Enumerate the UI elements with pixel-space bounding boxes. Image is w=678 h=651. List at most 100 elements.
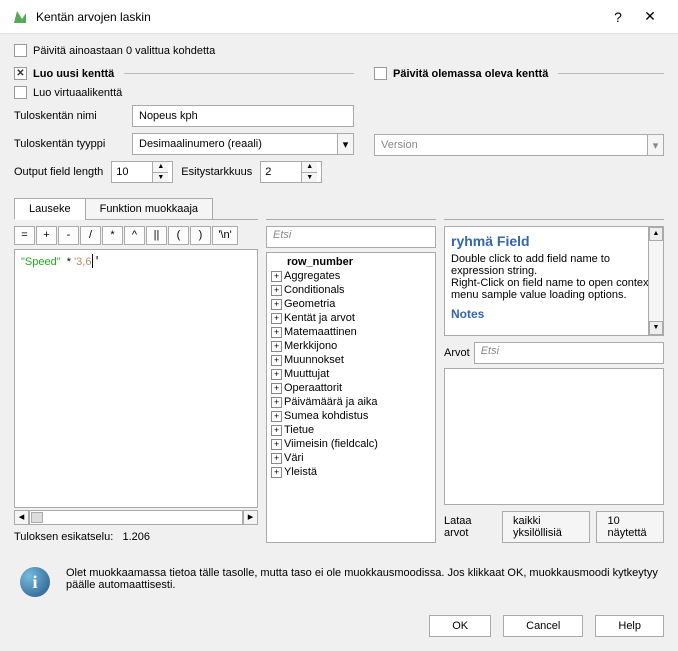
scroll-up-icon[interactable]: ▲ xyxy=(649,227,663,241)
tree-group-label: Conditionals xyxy=(284,283,345,297)
hscroll-track[interactable] xyxy=(29,510,243,525)
create-field-checkbox[interactable] xyxy=(14,67,27,80)
tree-row-number[interactable]: row_number xyxy=(269,255,433,269)
update-selected-checkbox[interactable] xyxy=(14,44,27,57)
output-type-value: Desimaalinumero (reaali) xyxy=(139,138,262,150)
precision-spin[interactable]: ▲▼ xyxy=(260,161,322,183)
tree-group[interactable]: +Aggregates xyxy=(269,269,433,283)
ok-button[interactable]: OK xyxy=(429,615,491,637)
values-list[interactable] xyxy=(444,368,664,505)
scroll-left-icon[interactable]: ◂ xyxy=(14,510,29,525)
help-titlebar-button[interactable]: ? xyxy=(602,9,634,25)
spin-down-icon[interactable]: ▼ xyxy=(153,173,168,183)
expand-icon[interactable]: + xyxy=(271,411,282,422)
expand-icon[interactable]: + xyxy=(271,397,282,408)
output-type-combo[interactable]: Desimaalinumero (reaali) ▾ xyxy=(132,133,354,155)
function-tree[interactable]: row_number+Aggregates+Conditionals+Geome… xyxy=(266,252,436,543)
tree-group[interactable]: +Yleistä xyxy=(269,465,433,479)
tree-group-label: Aggregates xyxy=(284,269,340,283)
create-virtual-checkbox[interactable] xyxy=(14,86,27,99)
tree-group-label: Kentät ja arvot xyxy=(284,311,355,325)
operator-button[interactable]: || xyxy=(146,226,167,245)
operator-button[interactable]: ( xyxy=(168,226,189,245)
operator-button[interactable]: / xyxy=(80,226,101,245)
update-selected-label: Päivitä ainoastaan 0 valittua kohdetta xyxy=(33,45,215,57)
tree-group-label: Operaattorit xyxy=(284,381,342,395)
tree-group[interactable]: +Viimeisin (fieldcalc) xyxy=(269,437,433,451)
output-name-input[interactable] xyxy=(132,105,354,127)
operator-button[interactable]: + xyxy=(36,226,57,245)
tree-group[interactable]: +Matemaattinen xyxy=(269,325,433,339)
operator-button[interactable]: - xyxy=(58,226,79,245)
info-text: Olet muokkaamassa tietoa tälle tasolle, … xyxy=(66,567,658,591)
tree-group[interactable]: +Väri xyxy=(269,451,433,465)
arvot-label: Arvot xyxy=(444,347,470,359)
ten-samples-button[interactable]: 10 näytettä xyxy=(596,511,664,543)
tree-group-label: Tietue xyxy=(284,423,314,437)
update-field-group-label: Päivitä olemassa oleva kenttä xyxy=(393,68,548,80)
tree-group[interactable]: +Tietue xyxy=(269,423,433,437)
tree-group[interactable]: +Conditionals xyxy=(269,283,433,297)
expand-icon[interactable]: + xyxy=(271,341,282,352)
expression-textarea[interactable]: "Speed" * '3,6' xyxy=(14,249,258,508)
tree-group[interactable]: +Merkkijono xyxy=(269,339,433,353)
expand-icon[interactable]: + xyxy=(271,327,282,338)
tree-group[interactable]: +Geometria xyxy=(269,297,433,311)
spin-down-icon[interactable]: ▼ xyxy=(302,173,317,183)
operator-button[interactable]: = xyxy=(14,226,35,245)
expand-icon[interactable]: + xyxy=(271,285,282,296)
chevron-down-icon: ▾ xyxy=(647,135,663,155)
titlebar: Kentän arvojen laskin ? ✕ xyxy=(0,0,678,34)
tree-group[interactable]: +Muunnokset xyxy=(269,353,433,367)
scroll-right-icon[interactable]: ▸ xyxy=(243,510,258,525)
close-button[interactable]: ✕ xyxy=(634,8,666,25)
operator-button[interactable]: * xyxy=(102,226,123,245)
scroll-down-icon[interactable]: ▼ xyxy=(649,321,663,335)
spin-up-icon[interactable]: ▲ xyxy=(302,162,317,173)
tree-group[interactable]: +Operaattorit xyxy=(269,381,433,395)
expand-icon[interactable]: + xyxy=(271,453,282,464)
expand-icon[interactable]: + xyxy=(271,383,282,394)
output-length-spin[interactable]: ▲▼ xyxy=(111,161,173,183)
expand-icon[interactable]: + xyxy=(271,425,282,436)
operator-button[interactable]: ) xyxy=(190,226,211,245)
tree-group-label: Päivämäärä ja aika xyxy=(284,395,378,409)
expand-icon[interactable]: + xyxy=(271,313,282,324)
expand-icon[interactable]: + xyxy=(271,439,282,450)
chevron-down-icon: ▾ xyxy=(337,134,353,154)
all-unique-button[interactable]: kaikki yksilöllisiä xyxy=(502,511,590,543)
create-virtual-label: Luo virtuaalikenttä xyxy=(33,87,122,99)
tree-group-label: Sumea kohdistus xyxy=(284,409,368,423)
tree-group-label: Muuttujat xyxy=(284,367,329,381)
operator-button[interactable]: ^ xyxy=(124,226,145,245)
tree-group-label: Merkkijono xyxy=(284,339,337,353)
tree-search-input[interactable]: Etsi xyxy=(266,226,436,248)
tree-group-label: Viimeisin (fieldcalc) xyxy=(284,437,378,451)
app-icon xyxy=(12,9,28,25)
tab-editor[interactable]: Funktion muokkaaja xyxy=(85,198,213,220)
spin-up-icon[interactable]: ▲ xyxy=(153,162,168,173)
output-length-value[interactable] xyxy=(112,162,152,182)
tree-group[interactable]: +Kentät ja arvot xyxy=(269,311,433,325)
precision-value[interactable] xyxy=(261,162,301,182)
tree-group[interactable]: +Sumea kohdistus xyxy=(269,409,433,423)
tree-group[interactable]: +Päivämäärä ja aika xyxy=(269,395,433,409)
cancel-button[interactable]: Cancel xyxy=(503,615,583,637)
expand-icon[interactable]: + xyxy=(271,299,282,310)
help-button[interactable]: Help xyxy=(595,615,664,637)
update-field-checkbox[interactable] xyxy=(374,67,387,80)
info-icon: i xyxy=(20,567,50,597)
version-combo[interactable]: Version ▾ xyxy=(374,134,664,156)
operator-button[interactable]: '\n' xyxy=(212,226,238,245)
tab-expression[interactable]: Lauseke xyxy=(14,198,86,220)
arvot-search-input[interactable]: Etsi xyxy=(474,342,664,364)
output-length-label: Output field length xyxy=(14,166,103,178)
hscroll-thumb[interactable] xyxy=(31,512,43,523)
tree-group-label: Matemaattinen xyxy=(284,325,357,339)
expand-icon[interactable]: + xyxy=(271,355,282,366)
expand-icon[interactable]: + xyxy=(271,369,282,380)
expand-icon[interactable]: + xyxy=(271,467,282,478)
help-vscroll[interactable]: ▲ ▼ xyxy=(648,227,663,335)
expand-icon[interactable]: + xyxy=(271,271,282,282)
tree-group[interactable]: +Muuttujat xyxy=(269,367,433,381)
